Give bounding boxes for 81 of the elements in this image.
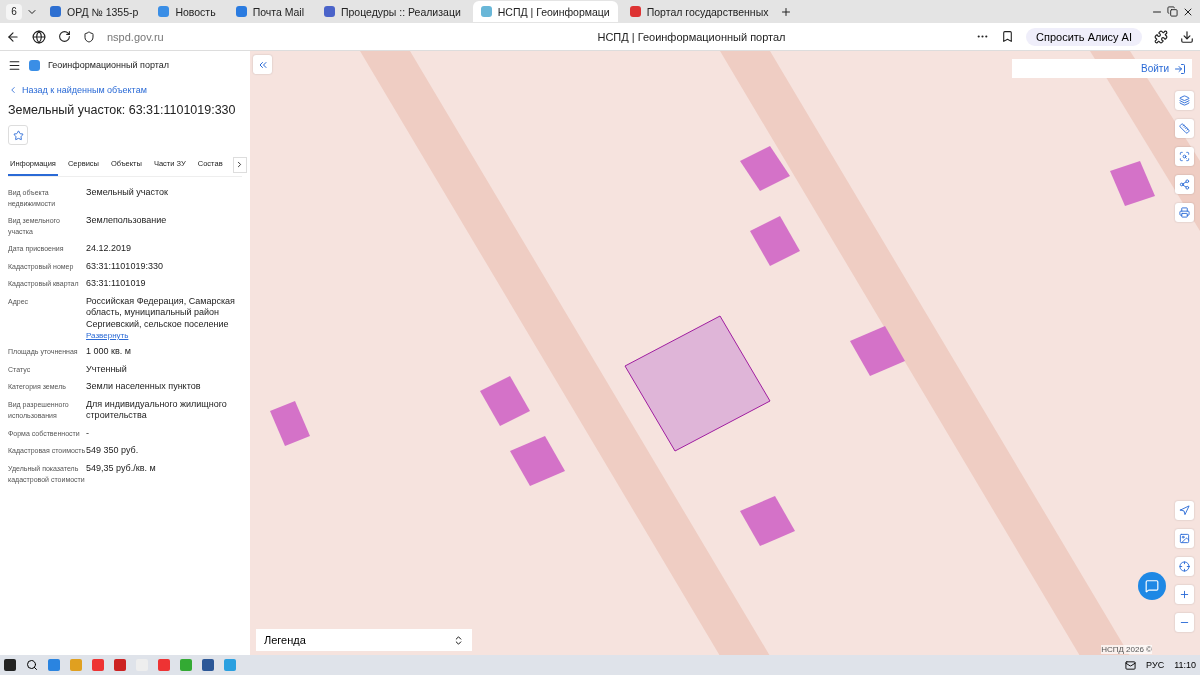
layers-icon <box>1179 95 1190 106</box>
map-tool-button[interactable] <box>1175 175 1194 194</box>
browser-tab[interactable]: НСПД | Геоинформаци <box>472 1 618 22</box>
map-control-button[interactable] <box>1175 501 1194 520</box>
site-icon <box>235 6 247 17</box>
shield-icon <box>83 30 95 43</box>
field-value: 24.12.2019 <box>86 243 133 255</box>
reload-icon[interactable] <box>58 30 71 43</box>
share-icon <box>1179 179 1190 190</box>
legend-select[interactable]: Легенда <box>256 629 472 651</box>
map-control-button[interactable] <box>1175 529 1194 548</box>
site-icon <box>323 6 335 17</box>
map-attribution: НСПД 2026 © <box>1101 645 1152 654</box>
ruler-icon <box>1179 123 1190 134</box>
map-tool-button[interactable] <box>1175 119 1194 138</box>
login-button[interactable]: Войти <box>1012 59 1192 78</box>
assistant-button[interactable]: Спросить Алису AI <box>1026 27 1142 46</box>
map-tool-button[interactable] <box>1175 147 1194 166</box>
field-value: Земли населенных пунктов <box>86 381 202 393</box>
favorite-button[interactable] <box>8 125 28 145</box>
browser-tab[interactable]: Почта Mail <box>227 1 312 22</box>
updown-icon <box>453 634 464 646</box>
taskbar-app-icon[interactable] <box>92 659 104 671</box>
new-tab-icon[interactable] <box>780 5 793 18</box>
browser-tab[interactable]: Новость <box>150 1 224 22</box>
map-control-button[interactable] <box>1175 557 1194 576</box>
site-icon <box>480 6 492 17</box>
download-icon[interactable] <box>1180 29 1194 44</box>
clock[interactable]: 11:10 <box>1174 660 1196 670</box>
area-select-icon <box>1179 151 1190 162</box>
field-value: Для индивидуального жилищного строительства <box>86 398 228 422</box>
login-icon <box>1174 62 1186 75</box>
object-heading: Земельный участок: 63:31:1101019:330 <box>8 103 237 117</box>
taskbar-app-icon[interactable] <box>114 659 126 671</box>
language-indicator[interactable]: РУС <box>1146 660 1165 670</box>
expand-link[interactable]: Развернуть <box>86 331 129 340</box>
image-icon <box>1179 533 1190 544</box>
browser-tab[interactable]: ОРД № 1355-р <box>42 1 147 22</box>
target-icon <box>1179 561 1190 572</box>
field-value: 63:31:1101019:330 <box>86 260 164 272</box>
chat-icon <box>1145 579 1159 593</box>
address-field[interactable]: nspd.gov.ru <box>107 30 407 43</box>
field-value: Российская Федерация, Самарская область, муниципальный район Сергиевский, сельское поселение <box>86 295 236 330</box>
taskbar-app-icon[interactable] <box>48 659 60 671</box>
collapse-panel-button[interactable] <box>253 55 272 74</box>
search-icon[interactable] <box>26 659 38 671</box>
browser-tab[interactable]: Портал государственных <box>621 1 777 22</box>
site-icon <box>158 6 170 17</box>
map-tool-button[interactable] <box>1175 91 1194 110</box>
chevron-left-icon <box>8 85 18 95</box>
map-control-button[interactable] <box>1175 585 1194 604</box>
extensions-icon[interactable] <box>1154 29 1168 44</box>
portal-logo-icon <box>29 59 40 71</box>
page-title: НСПД | Геоинформационный портал <box>596 30 787 43</box>
field-value: 1 000 кв. м <box>86 346 132 358</box>
bookmark-icon[interactable] <box>1001 30 1015 43</box>
app-title: Геоинформационный портал <box>48 60 169 70</box>
browser-tab[interactable]: Процедуры :: Реализаци <box>315 1 469 22</box>
site-icon <box>629 6 641 17</box>
field-value: 549 350 руб. <box>86 445 140 457</box>
start-icon[interactable] <box>4 659 16 671</box>
back-link[interactable]: Назад к найденным объектам <box>8 85 242 95</box>
location-arrow-icon <box>1179 505 1190 516</box>
field-value: Земельный участок <box>86 187 169 199</box>
tab-counter[interactable]: 6 <box>6 3 22 20</box>
field-value: 63:31:1101019 <box>86 278 147 290</box>
map-tool-button[interactable] <box>1175 203 1194 222</box>
taskbar-app-icon[interactable] <box>158 659 170 671</box>
printer-icon <box>1179 207 1190 218</box>
field-value: - <box>86 427 90 439</box>
star-icon <box>12 129 24 141</box>
taskbar-app-icon[interactable] <box>202 659 214 671</box>
zoom-in-icon <box>1179 589 1190 600</box>
field-value: 549,35 руб./кв. м <box>86 462 157 474</box>
back-icon[interactable] <box>6 29 20 44</box>
restore-icon[interactable] <box>1167 6 1178 17</box>
taskbar-app-icon[interactable] <box>180 659 192 671</box>
field-value: Землепользование <box>86 215 168 227</box>
field-value: Учтенный <box>86 363 128 375</box>
site-icon <box>50 6 61 17</box>
menu-icon[interactable] <box>8 58 21 72</box>
